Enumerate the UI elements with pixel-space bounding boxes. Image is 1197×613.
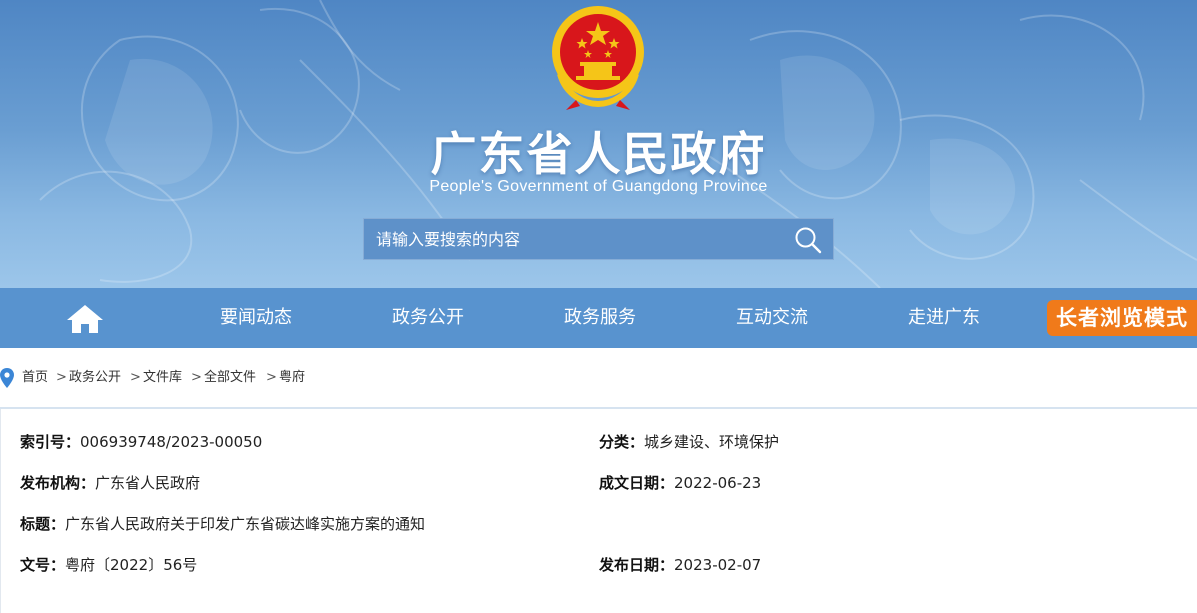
meta-value: 2022-06-23: [674, 474, 762, 492]
meta-label: 发布机构：: [20, 474, 96, 492]
meta-value: 006939748/2023-00050: [80, 433, 263, 451]
breadcrumb-separator: >: [191, 370, 202, 385]
breadcrumb-home[interactable]: 首页: [22, 365, 48, 391]
meta-label: 索引号：: [20, 433, 81, 451]
nav-item-gov-services[interactable]: 政务服务: [530, 288, 670, 348]
nav-item-news[interactable]: 要闻动态: [186, 288, 326, 348]
header-banner: 广东省人民政府 People's Government of Guangdong…: [0, 0, 1197, 288]
main-nav: 要闻动态 政务公开 政务服务 互动交流 走进广东: [0, 288, 1197, 348]
meta-label: 发布日期：: [599, 556, 675, 574]
search-icon[interactable]: [793, 225, 823, 255]
home-icon[interactable]: [65, 303, 105, 335]
meta-label: 成文日期：: [599, 474, 675, 492]
breadcrumb-gov-affairs[interactable]: 政务公开: [69, 365, 121, 391]
meta-value: 粤府〔2022〕56号: [65, 556, 198, 574]
location-pin-icon: [0, 368, 14, 388]
meta-value: 广东省人民政府: [95, 474, 201, 492]
meta-value: 广东省人民政府关于印发广东省碳达峰实施方案的通知: [65, 515, 426, 533]
meta-doc-no: 文号：粤府〔2022〕56号: [20, 554, 197, 575]
meta-label: 文号：: [20, 556, 66, 574]
search-box: [363, 218, 834, 260]
elder-mode-button[interactable]: 长者浏览模式: [1047, 300, 1197, 336]
breadcrumb-file-library[interactable]: 文件库: [143, 365, 182, 391]
nav-item-about-guangdong[interactable]: 走进广东: [874, 288, 1014, 348]
meta-label: 标题：: [20, 515, 66, 533]
site-title: 广东省人民政府: [430, 127, 767, 181]
meta-publish-date: 发布日期：2023-02-07: [599, 554, 761, 575]
meta-written-date: 成文日期：2022-06-23: [599, 472, 761, 493]
meta-index-no: 索引号：006939748/2023-00050: [20, 431, 262, 452]
meta-label: 分类：: [599, 433, 645, 451]
meta-value: 城乡建设、环境保护: [644, 433, 780, 451]
meta-doc-title: 标题：广东省人民政府关于印发广东省碳达峰实施方案的通知: [20, 513, 425, 534]
nav-item-gov-affairs[interactable]: 政务公开: [358, 288, 498, 348]
meta-value: 2023-02-07: [674, 556, 762, 574]
breadcrumb-all-files[interactable]: 全部文件: [204, 365, 256, 391]
national-emblem-icon: [552, 6, 644, 110]
meta-category: 分类：城乡建设、环境保护: [599, 431, 779, 452]
nav-item-interaction[interactable]: 互动交流: [702, 288, 842, 348]
search-input[interactable]: [364, 219, 774, 259]
breadcrumb-separator: >: [130, 370, 141, 385]
breadcrumb-separator: >: [266, 370, 277, 385]
breadcrumb-separator: >: [56, 370, 67, 385]
meta-issuer: 发布机构：广东省人民政府: [20, 472, 200, 493]
breadcrumb-yuefu[interactable]: 粤府: [279, 365, 305, 391]
site-subtitle: People's Government of Guangdong Provinc…: [429, 178, 768, 195]
